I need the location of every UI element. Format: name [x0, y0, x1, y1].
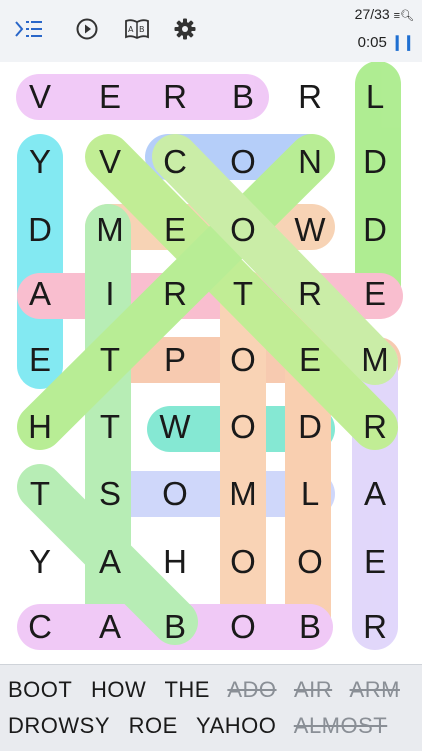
grid-cell[interactable]: E — [345, 532, 405, 592]
grid-cell[interactable]: E — [280, 330, 340, 390]
grid-cell[interactable]: T — [213, 264, 273, 324]
word-list-row-2: DROWSY ROE YAHOO ALMOST — [8, 713, 399, 739]
grid-cell[interactable]: A — [80, 532, 140, 592]
grid-cell[interactable]: E — [80, 67, 140, 127]
grid-cell[interactable]: O — [213, 200, 273, 260]
word-list-row-1: BOOT HOW THE ADO AIR ARM — [8, 677, 412, 703]
letter-grid[interactable]: VERBRLYVCONDDMEOWDAIRTREETPOEMHTWODRTSOM… — [0, 62, 422, 664]
grid-cell[interactable]: R — [145, 264, 205, 324]
grid-cell[interactable]: W — [280, 200, 340, 260]
word-item: DROWSY — [8, 713, 110, 738]
grid-cell[interactable]: T — [80, 330, 140, 390]
grid-cell[interactable]: N — [280, 132, 340, 192]
grid-cell[interactable]: M — [213, 464, 273, 524]
word-item: BOOT — [8, 677, 73, 702]
grid-cell[interactable]: E — [10, 330, 70, 390]
grid-cell[interactable]: O — [213, 132, 273, 192]
grid-cell[interactable]: Y — [10, 132, 70, 192]
grid-cell[interactable]: R — [280, 264, 340, 324]
word-item: HOW — [90, 677, 147, 702]
grid-cell[interactable]: B — [280, 597, 340, 657]
timer-text: 0:05 — [357, 34, 387, 51]
word-item-found: ADO — [227, 677, 277, 702]
grid-cell[interactable]: Y — [10, 532, 70, 592]
top-toolbar: AB 27/33 ≡🔍︎ 0:05 ❙❙ — [0, 0, 422, 62]
word-item: YAHOO — [196, 713, 277, 738]
grid-cell[interactable]: L — [345, 67, 405, 127]
list-icon[interactable] — [14, 14, 44, 44]
gear-icon[interactable] — [170, 14, 200, 44]
grid-cell[interactable]: E — [145, 200, 205, 260]
word-item-found: ALMOST — [293, 713, 388, 738]
grid-cell[interactable]: O — [280, 532, 340, 592]
grid-cell[interactable]: M — [80, 200, 140, 260]
grid-cell[interactable]: L — [280, 464, 340, 524]
grid-cell[interactable]: D — [345, 200, 405, 260]
svg-text:B: B — [139, 25, 145, 34]
word-item: THE — [164, 677, 210, 702]
grid-cell[interactable]: C — [10, 597, 70, 657]
grid-cell[interactable]: O — [213, 597, 273, 657]
grid-cell[interactable]: M — [345, 330, 405, 390]
grid-cell[interactable]: E — [345, 264, 405, 324]
grid-cell[interactable]: H — [145, 532, 205, 592]
timer: 0:05 ❙❙ — [357, 33, 415, 51]
grid-cell[interactable]: T — [10, 464, 70, 524]
grid-cell[interactable]: O — [213, 330, 273, 390]
grid-cell[interactable]: V — [10, 67, 70, 127]
grid-cell[interactable]: P — [145, 330, 205, 390]
dictionary-icon[interactable]: AB — [122, 14, 152, 44]
word-item: ROE — [128, 713, 178, 738]
search-list-icon: ≡🔍︎ — [393, 10, 414, 22]
grid-cell[interactable]: V — [80, 132, 140, 192]
pause-icon[interactable]: ❙❙ — [391, 34, 415, 51]
grid-cell[interactable]: A — [80, 597, 140, 657]
grid-cell[interactable]: D — [280, 397, 340, 457]
grid-cell[interactable]: R — [345, 397, 405, 457]
grid-cell[interactable]: D — [10, 200, 70, 260]
grid-cell[interactable]: B — [145, 597, 205, 657]
svg-text:A: A — [128, 25, 134, 34]
grid-cell[interactable]: W — [145, 397, 205, 457]
word-list: BOOT HOW THE ADO AIR ARM DROWSY ROE YAHO… — [0, 664, 422, 751]
grid-cell[interactable]: O — [145, 464, 205, 524]
grid-cell[interactable]: D — [345, 132, 405, 192]
grid-cell[interactable]: A — [345, 464, 405, 524]
grid-cell[interactable]: S — [80, 464, 140, 524]
grid-cell[interactable]: C — [145, 132, 205, 192]
grid-cell[interactable]: I — [80, 264, 140, 324]
grid-cell[interactable]: R — [280, 67, 340, 127]
found-counter: 27/33 ≡🔍︎ — [355, 6, 414, 22]
grid-cell[interactable]: B — [213, 67, 273, 127]
grid-cell[interactable]: O — [213, 532, 273, 592]
word-item-found: AIR — [293, 677, 333, 702]
grid-cell[interactable]: T — [80, 397, 140, 457]
grid-cell[interactable]: R — [145, 67, 205, 127]
grid-cell[interactable]: A — [10, 264, 70, 324]
grid-cell[interactable]: O — [213, 397, 273, 457]
grid-cell[interactable]: H — [10, 397, 70, 457]
play-circle-icon[interactable] — [72, 14, 102, 44]
grid-cell[interactable]: R — [345, 597, 405, 657]
word-item-found: ARM — [349, 677, 400, 702]
found-counter-text: 27/33 — [354, 6, 390, 22]
